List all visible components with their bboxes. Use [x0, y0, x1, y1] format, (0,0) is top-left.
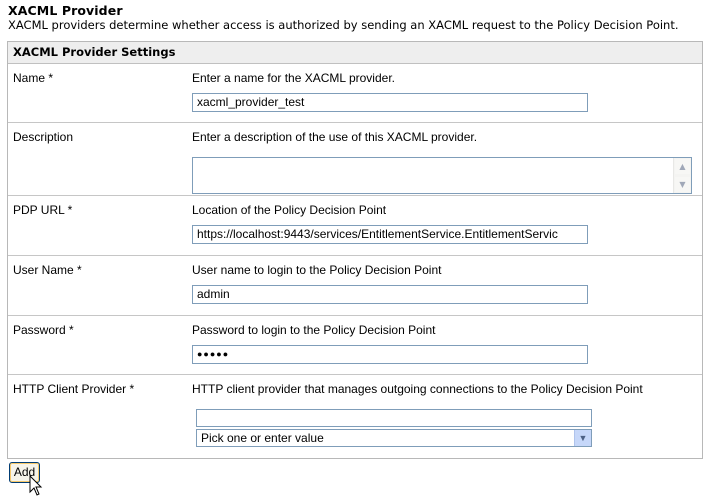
http-client-provider-selected: Pick one or enter value: [201, 431, 324, 445]
password-label: Password *: [13, 323, 74, 337]
user-name-help: User name to login to the Policy Decisio…: [192, 263, 442, 277]
http-client-provider-row: HTTP Client Provider * HTTP client provi…: [8, 375, 702, 463]
name-input[interactable]: xacml_provider_test: [192, 93, 588, 112]
page-title: XACML Provider: [8, 3, 123, 18]
user-name-row: User Name * User name to login to the Po…: [8, 256, 702, 316]
http-client-provider-help: HTTP client provider that manages outgoi…: [192, 382, 643, 396]
mouse-pointer-icon: [29, 475, 43, 496]
scroll-up-arrow-icon[interactable]: ▲: [675, 159, 690, 174]
http-client-provider-select[interactable]: Pick one or enter value ▼: [196, 429, 592, 447]
description-label: Description: [13, 130, 74, 144]
description-row: Description Enter a description of the u…: [8, 123, 702, 196]
password-input[interactable]: ●●●●●: [192, 345, 588, 364]
pdp-url-help: Location of the Policy Decision Point: [192, 203, 387, 217]
page-description: XACML providers determine whether access…: [8, 18, 679, 32]
provider-settings-panel: XACML Provider Settings Name * Enter a n…: [7, 41, 703, 459]
password-row: Password * Password to login to the Poli…: [8, 316, 702, 375]
name-label: Name *: [13, 71, 54, 85]
description-help: Enter a description of the use of this X…: [192, 130, 478, 144]
http-client-provider-label: HTTP Client Provider *: [13, 382, 135, 396]
name-row: Name * Enter a name for the XACML provid…: [8, 64, 702, 123]
pdp-url-row: PDP URL * Location of the Policy Decisio…: [8, 196, 702, 256]
pdp-url-input[interactable]: https://localhost:9443/services/Entitlem…: [192, 225, 588, 244]
pdp-url-label: PDP URL *: [13, 203, 73, 217]
user-name-label: User Name *: [13, 263, 82, 277]
description-scrollbar[interactable]: ▲ ▼: [673, 158, 691, 193]
name-help: Enter a name for the XACML provider.: [192, 71, 395, 85]
scroll-down-arrow-icon[interactable]: ▼: [675, 177, 690, 192]
user-name-input[interactable]: admin: [192, 285, 588, 304]
password-help: Password to login to the Policy Decision…: [192, 323, 436, 337]
http-client-provider-input[interactable]: [196, 409, 592, 427]
description-textarea[interactable]: ▲ ▼: [192, 157, 692, 194]
chevron-down-icon[interactable]: ▼: [574, 430, 591, 446]
section-header: XACML Provider Settings: [8, 42, 702, 64]
